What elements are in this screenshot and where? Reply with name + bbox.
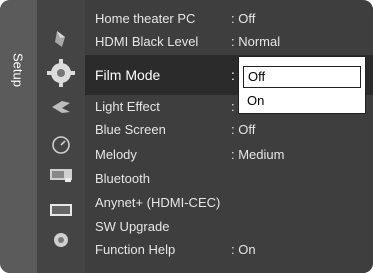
category-icon-column: [37, 0, 85, 273]
menu-item-bluetooth[interactable]: Bluetooth: [95, 168, 365, 190]
input-icon[interactable]: [49, 96, 73, 118]
setup-menu-panel: Setup Home theater PC : Off HDMI Black L…: [0, 0, 373, 273]
menu-item-label: SW Upgrade: [95, 219, 170, 234]
setup-gear-icon[interactable]: [43, 58, 79, 88]
menu-item-value: : Medium: [231, 147, 285, 162]
menu-item-value: :: [231, 67, 235, 83]
picture-icon[interactable]: [49, 28, 73, 50]
menu-item-label: Film Mode: [95, 67, 161, 83]
menu-item-label: Anynet+ (HDMI-CEC): [95, 195, 221, 210]
menu-item-label: Light Effect: [95, 99, 160, 114]
setup-side-tab[interactable]: Setup: [0, 0, 37, 273]
menu-item-label: Function Help: [95, 242, 176, 257]
sound-icon[interactable]: [49, 229, 73, 251]
menu-item-value: : Off: [231, 122, 256, 137]
dropdown-option-on[interactable]: On: [243, 91, 361, 113]
menu-item-value: : Normal: [231, 34, 281, 49]
menu-item-home-theater-pc[interactable]: Home theater PC : Off: [95, 8, 365, 30]
menu-item-label: HDMI Black Level: [95, 34, 199, 49]
setup-tab-label: Setup: [10, 53, 26, 87]
menu-item-function-help[interactable]: Function Help : On: [95, 239, 365, 261]
menu-item-label: Bluetooth: [95, 171, 150, 186]
film-mode-dropdown[interactable]: Off On: [238, 56, 366, 114]
menu-item-value: : Off: [231, 11, 256, 26]
menu-item-value: :: [231, 99, 235, 114]
menu-item-label: Melody: [95, 147, 137, 162]
menu-item-sw-upgrade[interactable]: SW Upgrade: [95, 216, 365, 238]
channel-icon[interactable]: [49, 164, 73, 186]
menu-item-hdmi-black-level[interactable]: HDMI Black Level : Normal: [95, 31, 365, 53]
menu-item-anynet-hdmi-cec[interactable]: Anynet+ (HDMI-CEC): [95, 192, 365, 214]
menu-item-label: Home theater PC: [95, 11, 196, 26]
dropdown-option-off[interactable]: Off: [243, 66, 361, 88]
menu-item-melody[interactable]: Melody : Medium: [95, 144, 365, 166]
menu-item-label: Blue Screen: [95, 122, 166, 137]
menu-item-value: : On: [231, 242, 256, 257]
clock-icon[interactable]: [49, 134, 73, 156]
screen-icon[interactable]: [49, 199, 73, 221]
menu-item-blue-screen[interactable]: Blue Screen : Off: [95, 119, 365, 141]
